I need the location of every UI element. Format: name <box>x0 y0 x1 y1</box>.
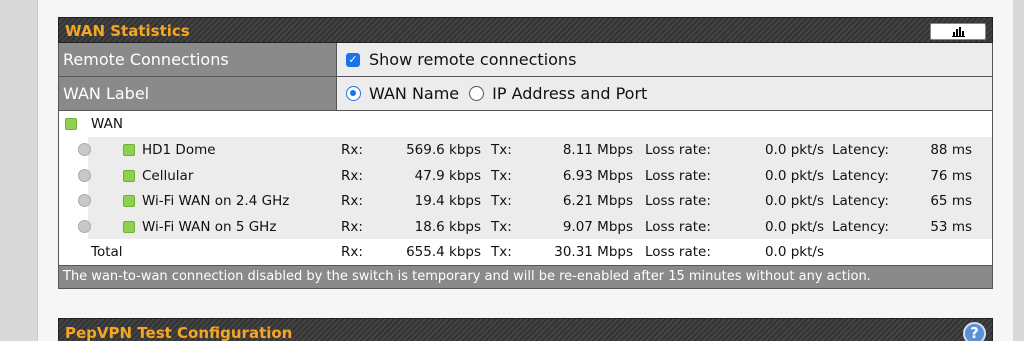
rx-value: 47.9 kbps <box>414 167 481 184</box>
loss-value: 0.0 pkt/s <box>764 193 824 209</box>
tx-label: Tx: <box>491 167 512 184</box>
panel-header: PepVPN Test Configuration ? <box>58 318 993 341</box>
ip-address-port-option[interactable]: IP Address and Port <box>492 84 647 103</box>
tx-label: Tx: <box>491 244 512 260</box>
total-label: Total <box>91 244 123 260</box>
rx-value: 569.6 kbps <box>406 142 481 158</box>
loss-value: 0.0 pkt/s <box>764 244 824 260</box>
rx-value: 19.4 kbps <box>414 193 481 209</box>
bar-chart-icon <box>951 26 965 37</box>
status-indicator <box>123 220 135 233</box>
status-indicator <box>65 118 77 130</box>
tx-label: Tx: <box>491 218 512 235</box>
connection-row: Wi-Fi WAN on 2.4 GHz Rx: 19.4 kbps Tx: 6… <box>88 188 992 214</box>
loss-value: 0.0 pkt/s <box>764 218 824 235</box>
latency-value: 76 ms <box>930 167 972 184</box>
rx-label: Rx: <box>341 167 363 184</box>
loss-value: 0.0 pkt/s <box>764 142 824 158</box>
latency-label: Latency: <box>832 142 889 158</box>
rx-value: 18.6 kbps <box>414 218 481 235</box>
rx-label: Rx: <box>341 142 363 158</box>
tx-label: Tx: <box>491 193 512 209</box>
status-indicator <box>123 169 135 182</box>
latency-value: 53 ms <box>930 218 972 235</box>
connection-name: Wi-Fi WAN on 5 GHz <box>142 218 277 235</box>
loss-label: Loss rate: <box>645 142 711 158</box>
wan-label-row: WAN Label WAN Name IP Address and Port <box>58 77 993 111</box>
wan-statistics-panel: WAN Statistics Remote Connections ✓ Show… <box>58 17 993 289</box>
pepvpn-test-configuration-panel: PepVPN Test Configuration ? <box>58 318 993 341</box>
wan-group-row: WAN <box>59 111 992 137</box>
rx-label: Rx: <box>341 244 363 260</box>
wan-group-label: WAN <box>91 116 123 132</box>
remote-connections-label: Remote Connections <box>59 43 337 76</box>
connection-name: Cellular <box>142 167 194 184</box>
tx-value: 8.11 Mbps <box>562 142 633 158</box>
latency-value: 88 ms <box>930 142 972 158</box>
loss-label: Loss rate: <box>645 193 711 209</box>
loss-label: Loss rate: <box>645 167 711 184</box>
tx-value: 6.93 Mbps <box>562 167 633 184</box>
wan-name-option[interactable]: WAN Name <box>369 84 459 103</box>
tx-value: 6.21 Mbps <box>562 193 633 209</box>
connection-row: Cellular Rx: 47.9 kbps Tx: 6.93 Mbps Los… <box>88 162 992 188</box>
show-remote-connections-checkbox[interactable]: ✓ <box>346 52 360 67</box>
loss-label: Loss rate: <box>645 218 711 235</box>
show-remote-connections-label[interactable]: Show remote connections <box>369 50 576 69</box>
latency-label: Latency: <box>832 218 889 235</box>
latency-label: Latency: <box>832 193 889 209</box>
tx-value: 30.31 Mbps <box>554 244 633 260</box>
panel-title: WAN Statistics <box>65 22 190 40</box>
total-row: Total Rx: 655.4 kbps Tx: 30.31 Mbps Loss… <box>88 239 992 265</box>
connection-name: HD1 Dome <box>142 142 216 158</box>
connection-name: Wi-Fi WAN on 2.4 GHz <box>142 193 290 209</box>
connection-row: Wi-Fi WAN on 5 GHz Rx: 18.6 kbps Tx: 9.0… <box>88 213 992 239</box>
rx-label: Rx: <box>341 218 363 235</box>
help-icon[interactable]: ? <box>963 322 986 341</box>
loss-value: 0.0 pkt/s <box>764 167 824 184</box>
tx-label: Tx: <box>491 142 512 158</box>
bar-chart-button[interactable] <box>930 23 986 40</box>
panel-title: PepVPN Test Configuration <box>65 324 293 341</box>
wan-label-label: WAN Label <box>59 77 337 110</box>
wan-to-wan-note: The wan-to-wan connection disabled by th… <box>58 264 993 289</box>
loss-label: Loss rate: <box>645 244 711 260</box>
wan-stats-table: WAN HD1 Dome Rx: 569.6 kbps Tx: 8.11 Mbp… <box>58 111 993 265</box>
ip-address-port-radio[interactable] <box>469 86 485 101</box>
remote-connections-row: Remote Connections ✓ Show remote connect… <box>58 43 993 77</box>
rx-label: Rx: <box>341 193 363 209</box>
wan-name-radio[interactable] <box>346 86 361 101</box>
latency-value: 65 ms <box>930 193 972 209</box>
status-indicator <box>123 195 135 207</box>
panel-header: WAN Statistics <box>58 17 993 43</box>
connection-row: HD1 Dome Rx: 569.6 kbps Tx: 8.11 Mbps Lo… <box>88 137 992 163</box>
status-indicator <box>123 144 135 156</box>
tx-value: 9.07 Mbps <box>562 218 633 235</box>
latency-label: Latency: <box>832 167 889 184</box>
rx-value: 655.4 kbps <box>406 244 481 260</box>
